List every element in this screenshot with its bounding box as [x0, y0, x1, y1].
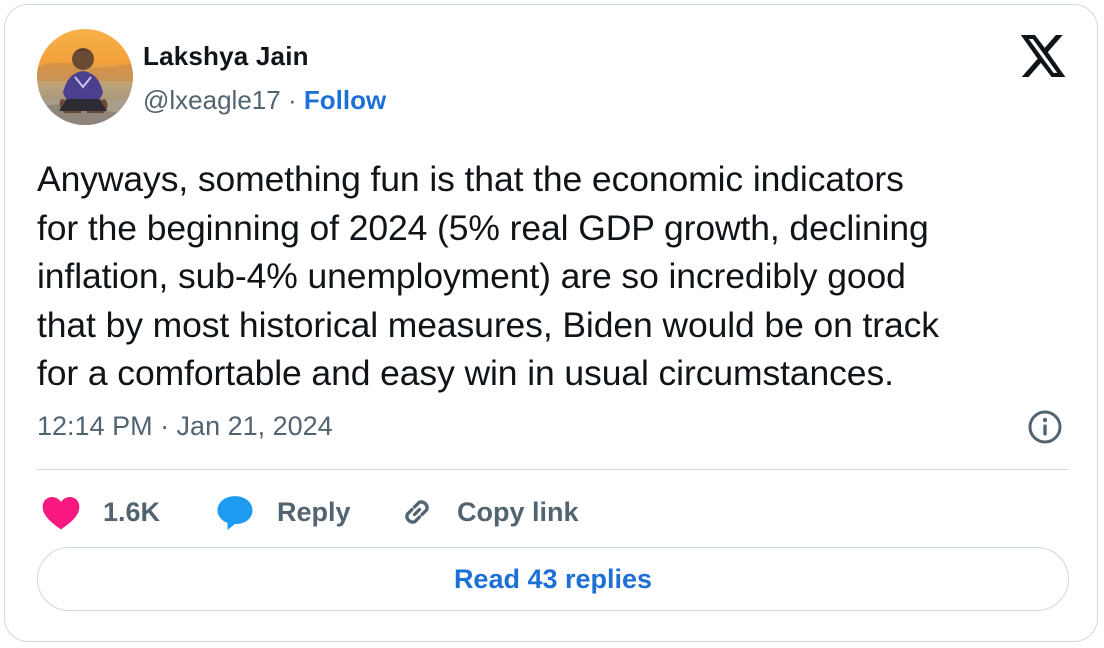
- reply-button[interactable]: Reply: [215, 487, 351, 537]
- read-replies-button[interactable]: Read 43 replies: [37, 547, 1069, 611]
- like-button[interactable]: 1.6K: [41, 487, 160, 537]
- avatar-photo: [37, 29, 133, 125]
- tweet-card: Lakshya Jain @lxeagle17 · Follow Anyways…: [4, 4, 1098, 642]
- info-icon[interactable]: [1027, 409, 1063, 445]
- reply-label: Reply: [277, 496, 351, 527]
- divider: [37, 469, 1069, 470]
- tweet-timestamp[interactable]: 12:14 PM · Jan 21, 2024: [37, 411, 333, 442]
- author-name[interactable]: Lakshya Jain: [143, 41, 309, 72]
- like-count: 1.6K: [103, 496, 161, 527]
- x-logo-icon[interactable]: [1020, 35, 1067, 77]
- copy-link-button[interactable]: Copy link: [397, 487, 579, 537]
- link-icon: [405, 500, 429, 524]
- handle-separator: ·: [287, 85, 297, 115]
- heart-icon: [42, 497, 80, 530]
- avatar[interactable]: [37, 29, 133, 125]
- speech-bubble-icon: [217, 496, 253, 530]
- author-handle-row: @lxeagle17 · Follow: [143, 85, 386, 116]
- copy-link-label: Copy link: [457, 496, 579, 527]
- follow-button[interactable]: Follow: [304, 85, 386, 115]
- author-handle[interactable]: @lxeagle17: [143, 85, 281, 115]
- tweet-text: Anyways, something fun is that the econo…: [37, 159, 939, 393]
